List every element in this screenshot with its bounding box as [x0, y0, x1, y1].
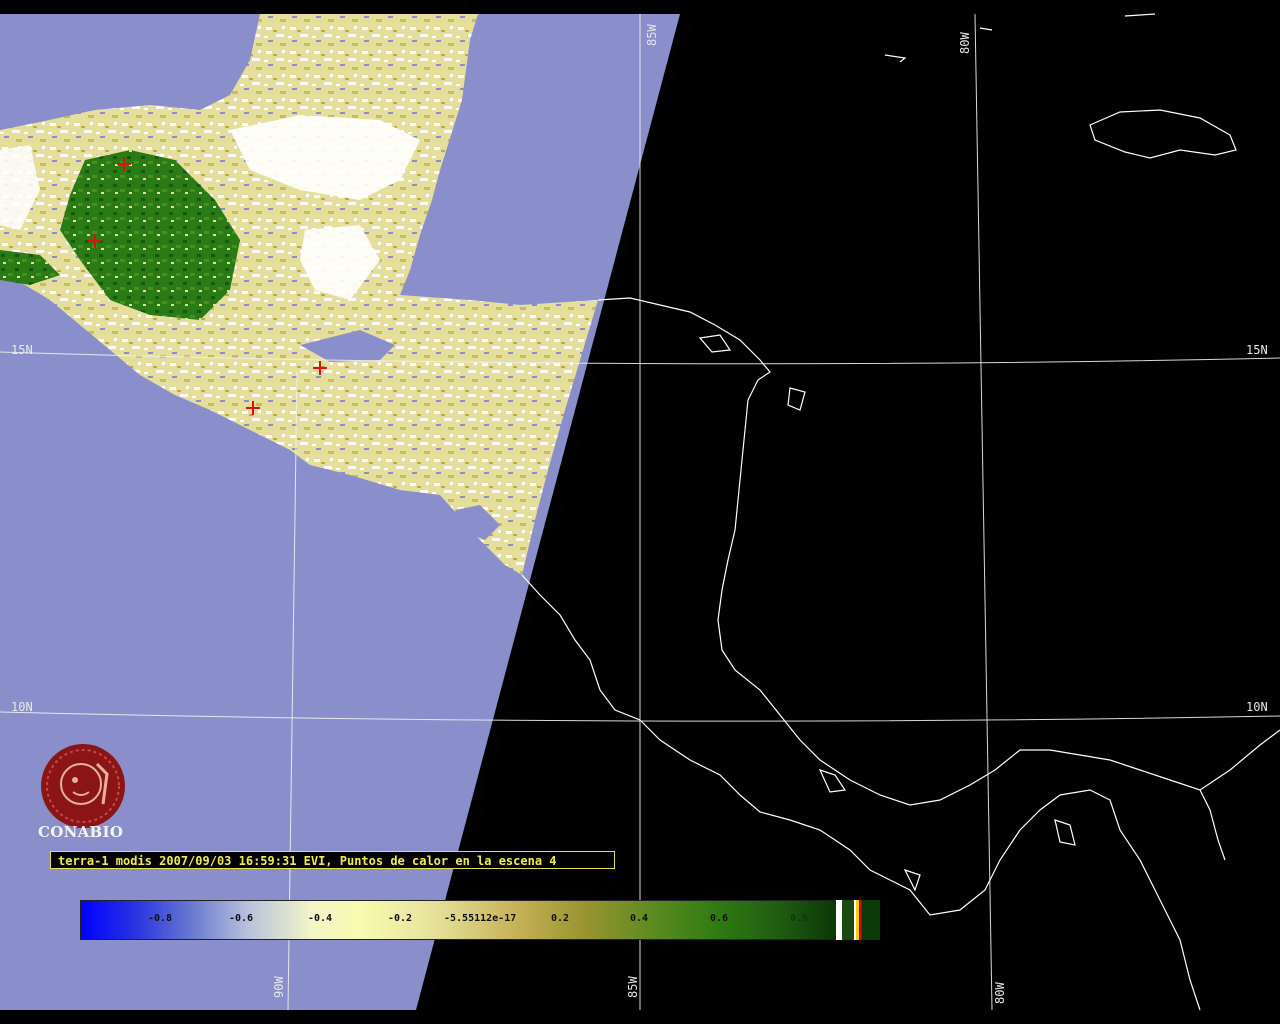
colorbar-tick-label: 0.4	[630, 913, 649, 924]
colorbar-tick-label: -0.8	[148, 913, 173, 924]
lat-label-15n-right: 15N	[1246, 343, 1268, 357]
hotspot-marker	[246, 401, 260, 415]
colorbar-tick-label: 0.8	[790, 913, 809, 924]
colorbar-tick-label: -0.4	[308, 913, 333, 924]
colorbar-tick-label: -0.2	[388, 913, 413, 924]
colorbar-swatch	[862, 900, 880, 940]
lat-label-15n-left: 15N	[11, 343, 33, 357]
colorbar-tick-label: 0.2	[551, 913, 570, 924]
lon-label-90w-bottom: 90W	[272, 976, 286, 998]
lon-label-85w-top: 85W	[645, 24, 659, 46]
lon-label-80w-bottom: 80W	[993, 982, 1007, 1004]
conabio-label: CONABIO	[38, 823, 124, 841]
satellite-map	[0, 0, 1280, 1024]
lon-label-85w-bottom: 85W	[626, 976, 640, 998]
lon-label-80w-top: 80W	[958, 32, 972, 54]
colorbar-swatch	[842, 900, 854, 940]
hotspot-marker	[88, 234, 102, 248]
colorbar-tick-label: -0.6	[229, 913, 254, 924]
hotspot-marker	[117, 157, 131, 171]
lat-label-10n-right: 10N	[1246, 700, 1268, 714]
scene-caption: terra-1 modis 2007/09/03 16:59:31 EVI, P…	[50, 851, 615, 869]
hotspot-marker	[313, 361, 327, 375]
colorbar-tick-label: 0.6	[710, 913, 729, 924]
colorbar-tick-label: -5.55112e-17	[444, 913, 517, 924]
lat-label-10n-left: 10N	[11, 700, 33, 714]
